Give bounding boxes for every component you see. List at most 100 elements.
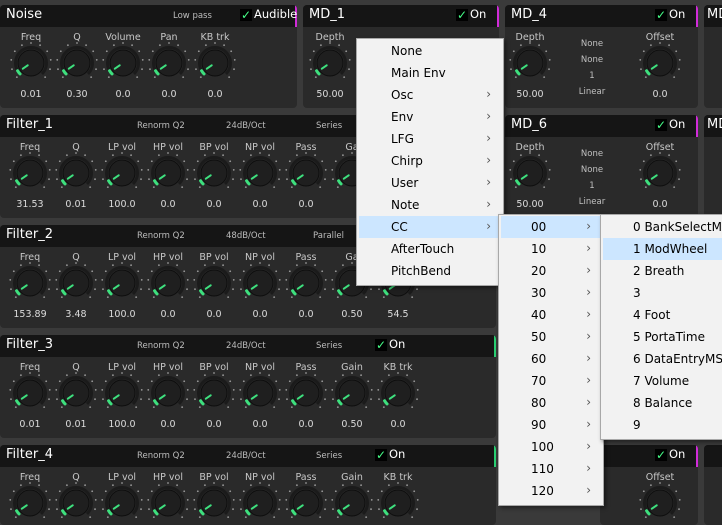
on-toggle[interactable]: ✓ On	[655, 117, 685, 131]
source-a-label[interactable]: None	[562, 149, 622, 159]
knob-dial[interactable]	[284, 151, 328, 195]
knob-dial[interactable]	[8, 371, 52, 415]
knob-dial[interactable]	[238, 371, 282, 415]
knob-dial[interactable]	[238, 151, 282, 195]
knob-dial[interactable]	[101, 41, 145, 85]
filter-slope-label[interactable]: 24dB/Oct	[226, 451, 266, 461]
menu-item-50[interactable]: 50 ›	[501, 326, 601, 348]
menu-item-10[interactable]: 10 ›	[501, 238, 601, 260]
menu-item-80[interactable]: 80 ›	[501, 392, 601, 414]
menu-item-env[interactable]: Env ›	[359, 106, 501, 128]
knob-dial[interactable]	[192, 481, 236, 525]
menu-item-5-portatime[interactable]: 5 PortaTime	[603, 326, 722, 348]
filter-mode-label[interactable]: Renorm Q2	[137, 341, 185, 351]
knob-dial[interactable]	[508, 41, 552, 85]
knob-dial[interactable]	[55, 41, 99, 85]
knob-dial[interactable]	[146, 261, 190, 305]
menu-item-osc[interactable]: Osc ›	[359, 84, 501, 106]
multiplier-label[interactable]: 1	[562, 181, 622, 191]
menu-item-main-env[interactable]: Main Env	[359, 62, 501, 84]
knob-dial[interactable]	[330, 481, 374, 525]
knob-dial[interactable]	[54, 481, 98, 525]
filter-mode-label[interactable]: Renorm Q2	[137, 231, 185, 241]
knob-dial[interactable]	[508, 151, 552, 195]
knob-dial[interactable]	[146, 151, 190, 195]
on-toggle[interactable]: ✓ On	[655, 7, 685, 21]
knob-dial[interactable]	[8, 151, 52, 195]
knob-dial[interactable]	[192, 261, 236, 305]
routing-label[interactable]: Series	[316, 121, 342, 131]
menu-item-7-volume[interactable]: 7 Volume	[603, 370, 722, 392]
menu-item-none[interactable]: None	[359, 40, 501, 62]
menu-item-pitchbend[interactable]: PitchBend	[359, 260, 501, 282]
menu-item-90[interactable]: 90 ›	[501, 414, 601, 436]
source-a-label[interactable]: None	[562, 39, 622, 49]
menu-item-3[interactable]: 3	[603, 282, 722, 304]
knob-dial[interactable]	[100, 481, 144, 525]
knob-dial[interactable]	[638, 41, 682, 85]
on-toggle[interactable]: ✓ On	[375, 337, 405, 351]
knob-dial[interactable]	[376, 371, 420, 415]
source-b-label[interactable]: None	[562, 55, 622, 65]
knob-dial[interactable]	[284, 481, 328, 525]
knob-dial[interactable]	[638, 151, 682, 195]
knob-dial[interactable]	[192, 151, 236, 195]
filter-slope-label[interactable]: 48dB/Oct	[226, 231, 266, 241]
menu-item-100[interactable]: 100 ›	[501, 436, 601, 458]
knob-dial[interactable]	[100, 371, 144, 415]
menu-item-8-balance[interactable]: 8 Balance	[603, 392, 722, 414]
knob-dial[interactable]	[146, 481, 190, 525]
on-toggle[interactable]: ✓ On	[456, 7, 486, 21]
filter-mode-label[interactable]: Low pass	[173, 11, 212, 21]
multiplier-label[interactable]: 1	[562, 71, 622, 81]
menu-item-1-modwheel[interactable]: 1 ModWheel	[603, 238, 722, 260]
menu-item-aftertouch[interactable]: AfterTouch	[359, 238, 501, 260]
routing-label[interactable]: Series	[316, 451, 342, 461]
filter-slope-label[interactable]: 24dB/Oct	[226, 341, 266, 351]
menu-item-40[interactable]: 40 ›	[501, 304, 601, 326]
filter-mode-label[interactable]: Renorm Q2	[137, 451, 185, 461]
knob-dial[interactable]	[147, 41, 191, 85]
knob-dial[interactable]	[284, 261, 328, 305]
menu-item-chirp[interactable]: Chirp ›	[359, 150, 501, 172]
knob-dial[interactable]	[54, 151, 98, 195]
knob-dial[interactable]	[308, 41, 352, 85]
menu-item-cc[interactable]: CC ›	[359, 216, 501, 238]
menu-item-110[interactable]: 110 ›	[501, 458, 601, 480]
curve-label[interactable]: Linear	[562, 197, 622, 207]
menu-item-note[interactable]: Note ›	[359, 194, 501, 216]
menu-item-4-foot[interactable]: 4 Foot	[603, 304, 722, 326]
knob-dial[interactable]	[100, 261, 144, 305]
knob-dial[interactable]	[238, 481, 282, 525]
knob-dial[interactable]	[192, 371, 236, 415]
menu-item-20[interactable]: 20 ›	[501, 260, 601, 282]
menu-item-30[interactable]: 30 ›	[501, 282, 601, 304]
menu-item-user[interactable]: User ›	[359, 172, 501, 194]
menu-item-lfg[interactable]: LFG ›	[359, 128, 501, 150]
filter-mode-label[interactable]: Renorm Q2	[137, 121, 185, 131]
knob-dial[interactable]	[8, 481, 52, 525]
menu-item-120[interactable]: 120 ›	[501, 480, 601, 502]
knob-dial[interactable]	[330, 371, 374, 415]
knob-dial[interactable]	[284, 371, 328, 415]
knob-dial[interactable]	[54, 371, 98, 415]
on-toggle[interactable]: ✓ On	[655, 447, 685, 461]
knob-dial[interactable]	[146, 371, 190, 415]
knob-dial[interactable]	[100, 151, 144, 195]
knob-dial[interactable]	[238, 261, 282, 305]
knob-dial[interactable]	[9, 41, 53, 85]
knob-dial[interactable]	[376, 481, 420, 525]
on-toggle[interactable]: ✓ On	[375, 447, 405, 461]
menu-item-6-dataentrymsb[interactable]: 6 DataEntryMSB	[603, 348, 722, 370]
audible-toggle[interactable]: ✓ Audible	[240, 7, 297, 21]
menu-item-70[interactable]: 70 ›	[501, 370, 601, 392]
menu-item-2-breath[interactable]: 2 Breath	[603, 260, 722, 282]
menu-item-60[interactable]: 60 ›	[501, 348, 601, 370]
curve-label[interactable]: Linear	[562, 87, 622, 97]
knob-dial[interactable]	[8, 261, 52, 305]
knob-dial[interactable]	[54, 261, 98, 305]
knob-dial[interactable]	[193, 41, 237, 85]
menu-item-9[interactable]: 9	[603, 414, 722, 436]
routing-label[interactable]: Series	[316, 341, 342, 351]
source-b-label[interactable]: None	[562, 165, 622, 175]
